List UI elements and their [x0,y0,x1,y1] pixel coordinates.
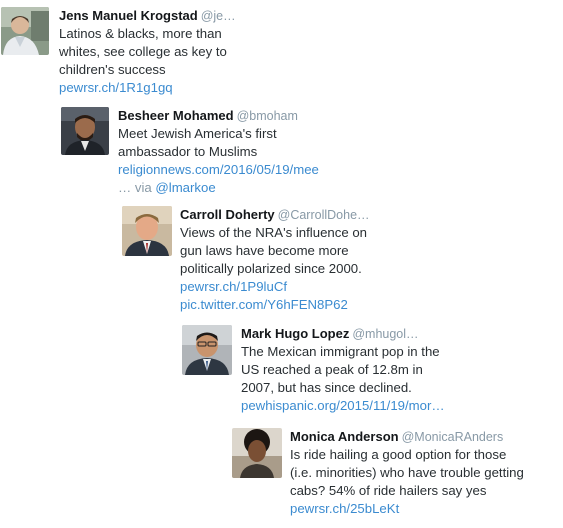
avatar[interactable] [1,7,49,55]
avatar[interactable] [61,107,109,155]
display-name[interactable]: Mark Hugo Lopez [241,326,349,341]
user-handle[interactable]: @MonicaRAnders [402,430,504,444]
avatar[interactable] [182,325,232,375]
tweet-text-line: cabs? 54% of ride hailers say yes [290,483,487,498]
tweet-text-line: US reached a peak of 12.8m in [241,362,423,377]
tweet-link[interactable]: pewrsr.ch/25bLeKt [290,500,560,518]
tweet-text-line: Latinos & blacks, more than [59,26,222,41]
display-name[interactable]: Monica Anderson [290,429,399,444]
tweet-text-line: whites, see college as key to [59,44,227,59]
tweet-text-line: ambassador to Muslims [118,144,258,159]
tweet-text: Meet Jewish America's first ambassador t… [118,125,388,161]
tweet-cascade: Jens Manuel Krogstad @je… Latinos & black… [0,0,563,528]
via-line: … via @lmarkoe [118,179,388,197]
avatar[interactable] [232,428,282,478]
tweet-link[interactable]: pewhispanic.org/2015/11/19/mor… [241,397,481,415]
via-prefix: … via [118,180,156,195]
tweet-link[interactable]: pewrsr.ch/1R1g1gq [59,79,299,97]
tweet-link[interactable]: religionnews.com/2016/05/19/mee [118,161,388,179]
tweet-text: Is ride hailing a good option for those … [290,446,560,500]
display-name[interactable]: Jens Manuel Krogstad [59,8,198,23]
mention-link[interactable]: @lmarkoe [155,180,215,195]
user-handle[interactable]: @je… [201,9,236,23]
tweet-media-link[interactable]: pic.twitter.com/Y6hFEN8P62 [180,296,400,314]
display-name[interactable]: Besheer Mohamed [118,108,234,123]
tweet-text-line: The Mexican immigrant pop in the [241,344,440,359]
tweet-text: The Mexican immigrant pop in the US reac… [241,343,481,397]
tweet-text-line: children's success [59,62,166,77]
user-handle[interactable]: @CarrollDohe… [278,208,370,222]
avatar[interactable] [122,206,172,256]
tweet-text-line: Is ride hailing a good option for those [290,447,507,462]
tweet-text: Views of the NRA's influence on gun laws… [180,224,400,278]
tweet-link[interactable]: pewrsr.ch/1P9luCf [180,278,400,296]
user-handle[interactable]: @bmoham [237,109,298,123]
tweet-text-line: Views of the NRA's influence on [180,225,368,240]
tweet-text: Latinos & blacks, more than whites, see … [59,25,299,79]
tweet-text-line: Meet Jewish America's first [118,126,277,141]
tweet-text-line: gun laws have become more [180,243,349,258]
tweet-text-line: politically polarized since 2000. [180,261,362,276]
tweet-text-line: 2007, but has since declined. [241,380,412,395]
user-handle[interactable]: @mhugol… [352,327,418,341]
tweet-text-line: (i.e. minorities) who have trouble getti… [290,465,524,480]
display-name[interactable]: Carroll Doherty [180,207,275,222]
